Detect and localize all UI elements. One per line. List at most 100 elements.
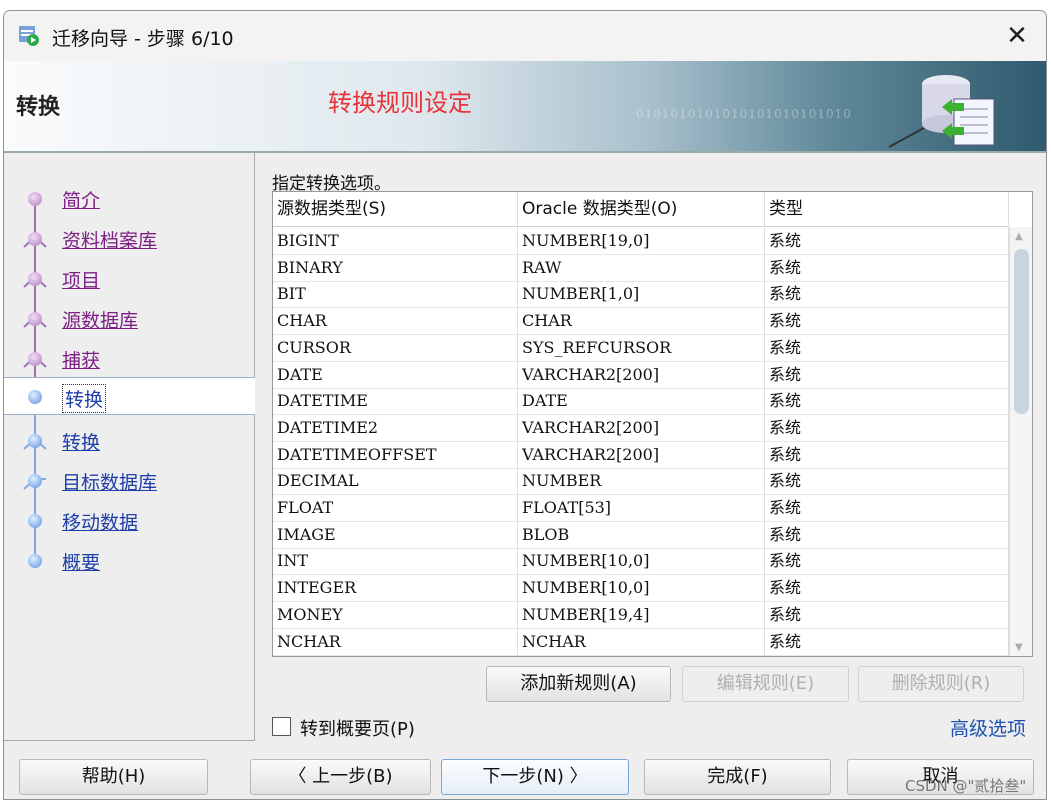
oracle-type-cell: CHAR [518, 308, 765, 336]
table-row[interactable]: IMAGE BLOB 系统 [273, 521, 1009, 549]
oracle-type-cell: SYS_REFCURSOR [518, 334, 765, 362]
column-header-oracle-type[interactable]: Oracle 数据类型(O) [518, 192, 765, 227]
rule-type-cell: 系统 [765, 414, 1009, 442]
table-row[interactable]: BINARY RAW 系统 [273, 254, 1009, 282]
table-row[interactable]: DECIMAL NUMBER 系统 [273, 468, 1009, 496]
scroll-down-icon[interactable]: ▼ [1015, 642, 1023, 653]
source-type-cell: CURSOR [273, 334, 518, 362]
wizard-step-nav: 简介 资料档案库 项目 源数据库 捕获 转换 转换 目标数据库 移动数据 概要 [4, 153, 255, 741]
goto-summary-checkbox[interactable] [272, 717, 291, 736]
finish-button[interactable]: 完成(F) [644, 759, 831, 795]
step-dot-icon [28, 192, 42, 206]
oracle-type-cell: NUMBER[10,0] [518, 575, 765, 603]
rule-type-cell: 系统 [765, 441, 1009, 469]
source-type-cell: INTEGER [273, 575, 518, 603]
table-row[interactable]: MONEY NUMBER[19,4] 系统 [273, 601, 1009, 629]
nav-step-move-data[interactable]: 移动数据 [62, 508, 138, 535]
migration-wizard-window: 迁移向导 - 步骤 6/10 ✕ 转换 转换规则设定 0101010101010… [3, 10, 1047, 800]
banner-binary-decoration: 0101010101010101010101010 [636, 107, 852, 121]
goto-summary-label[interactable]: 转到概要页(P) [300, 715, 415, 741]
oracle-type-cell: NUMBER[19,4] [518, 601, 765, 629]
delete-rule-button[interactable]: 删除规则(R) [858, 666, 1024, 702]
source-type-cell: DATE [273, 361, 518, 389]
rule-type-cell: 系统 [765, 495, 1009, 522]
oracle-type-cell: NCHAR [518, 628, 765, 656]
table-row[interactable]: CHAR CHAR 系统 [273, 308, 1009, 336]
rule-type-cell: 系统 [765, 281, 1009, 309]
source-type-cell: CHAR [273, 308, 518, 336]
nav-step-label: 转换 [62, 384, 107, 413]
source-type-cell: BIGINT [273, 228, 518, 255]
window-title: 迁移向导 - 步骤 6/10 [52, 28, 234, 50]
table-row[interactable]: INT NUMBER[10,0] 系统 [273, 548, 1009, 576]
nav-step-source-db[interactable]: 源数据库 [62, 306, 138, 333]
rule-type-cell: 系统 [765, 308, 1009, 336]
step-dot-icon [28, 554, 42, 568]
oracle-type-cell: NUMBER[1,0] [518, 281, 765, 309]
source-type-cell: IMAGE [273, 521, 518, 549]
rule-type-cell: 系统 [765, 628, 1009, 656]
table-row[interactable]: DATETIME2 VARCHAR2[200] 系统 [273, 414, 1009, 442]
table-header: 源数据类型(S) Oracle 数据类型(O) 类型 [273, 192, 1009, 227]
column-header-source-type[interactable]: 源数据类型(S) [273, 192, 518, 227]
vertical-scrollbar[interactable]: ▲ ▼ [1009, 227, 1032, 656]
source-type-cell: MONEY [273, 601, 518, 629]
table-row[interactable]: INTEGER NUMBER[10,0] 系统 [273, 575, 1009, 603]
source-type-cell: NCHAR [273, 628, 518, 656]
oracle-type-cell: BLOB [518, 521, 765, 549]
nav-step-intro[interactable]: 简介 [62, 186, 100, 213]
nav-step-project[interactable]: 项目 [62, 266, 100, 293]
column-header-type[interactable]: 类型 [765, 192, 1009, 227]
table-row[interactable]: BIT NUMBER[1,0] 系统 [273, 281, 1009, 309]
table-row[interactable]: DATETIME DATE 系统 [273, 388, 1009, 416]
rule-type-cell: 系统 [765, 361, 1009, 389]
source-type-cell: DATETIME [273, 388, 518, 416]
advanced-options-link[interactable]: 高级选项 [950, 714, 1026, 741]
table-row[interactable]: DATETIMEOFFSET VARCHAR2[200] 系统 [273, 441, 1009, 469]
banner: 转换 转换规则设定 0101010101010101010101010 [4, 61, 1046, 153]
table-row[interactable]: NCHAR NCHAR 系统 [273, 628, 1009, 656]
source-type-cell: DATETIME2 [273, 414, 518, 442]
oracle-type-cell: VARCHAR2[200] [518, 414, 765, 442]
source-type-cell: BINARY [273, 254, 518, 282]
step-dot-icon [28, 312, 42, 326]
nav-step-target-db[interactable]: 目标数据库 [62, 468, 157, 495]
rule-type-cell: 系统 [765, 575, 1009, 603]
oracle-type-cell: NUMBER[19,0] [518, 228, 765, 255]
oracle-type-cell: RAW [518, 254, 765, 282]
oracle-type-cell: NUMBER[10,0] [518, 548, 765, 576]
rule-type-cell: 系统 [765, 601, 1009, 629]
nav-step-translate[interactable]: 转换 [62, 428, 100, 455]
table-row[interactable]: CURSOR SYS_REFCURSOR 系统 [273, 334, 1009, 362]
banner-heading: 转换 [16, 95, 61, 120]
current-step-dot-icon [28, 390, 42, 404]
nav-step-capture[interactable]: 捕获 [62, 346, 100, 373]
rule-type-cell: 系统 [765, 548, 1009, 576]
source-type-cell: INT [273, 548, 518, 576]
table-row[interactable]: BIGINT NUMBER[19,0] 系统 [273, 228, 1009, 255]
step-dot-icon [28, 474, 42, 488]
oracle-type-cell: FLOAT[53] [518, 495, 765, 522]
nav-step-summary[interactable]: 概要 [62, 548, 100, 575]
database-migration-icon [888, 75, 995, 148]
rule-type-cell: 系统 [765, 334, 1009, 362]
oracle-type-cell: VARCHAR2[200] [518, 441, 765, 469]
back-button[interactable]: 〈 上一步(B) [250, 759, 431, 795]
step-dot-icon [28, 514, 42, 528]
next-button[interactable]: 下一步(N) 〉 [441, 759, 629, 795]
help-button[interactable]: 帮助(H) [19, 759, 208, 795]
scrollbar-thumb[interactable] [1014, 249, 1029, 414]
oracle-type-cell: VARCHAR2[200] [518, 361, 765, 389]
watermark: CSDN @"贰拾叁" [905, 777, 1027, 795]
table-row[interactable]: FLOAT FLOAT[53] 系统 [273, 495, 1009, 522]
close-icon[interactable]: ✕ [1002, 21, 1032, 51]
add-rule-button[interactable]: 添加新规则(A) [486, 666, 671, 702]
step-dot-icon [28, 434, 42, 448]
scroll-up-icon[interactable]: ▲ [1015, 231, 1023, 242]
title-bar: 迁移向导 - 步骤 6/10 ✕ [4, 11, 1046, 61]
rule-type-cell: 系统 [765, 254, 1009, 282]
table-row[interactable]: DATE VARCHAR2[200] 系统 [273, 361, 1009, 389]
nav-step-repository[interactable]: 资料档案库 [62, 226, 157, 253]
edit-rule-button[interactable]: 编辑规则(E) [682, 666, 849, 702]
source-type-cell: DECIMAL [273, 468, 518, 496]
